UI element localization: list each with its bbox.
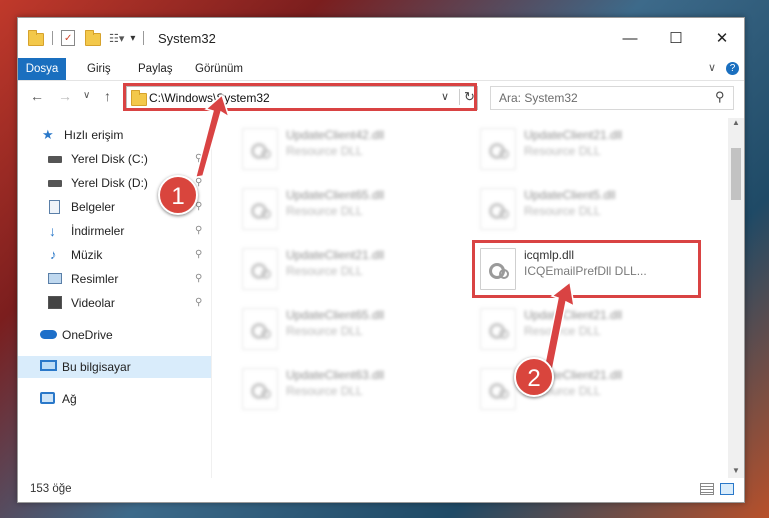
step-1-badge: 1: [158, 175, 198, 215]
step-2-badge: 2: [514, 357, 554, 397]
arrow-1: [179, 93, 231, 181]
annotation-arrows: [179, 93, 575, 374]
